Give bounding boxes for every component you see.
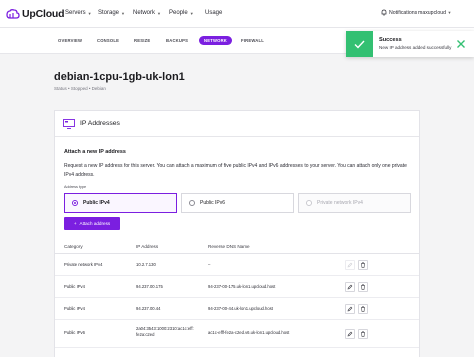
nav-label: Servers bbox=[65, 10, 86, 16]
nav-label: Usage bbox=[205, 10, 223, 16]
nav-network[interactable]: Network ▼ bbox=[133, 10, 161, 16]
tab-network[interactable]: NETWORK bbox=[199, 36, 233, 45]
edit-button[interactable] bbox=[345, 329, 355, 339]
radio-indicator bbox=[306, 200, 312, 206]
card-title: IP Addresses bbox=[80, 120, 120, 127]
chevron-down-icon: ▼ bbox=[189, 10, 194, 16]
cell-category: Public IPv4 bbox=[64, 284, 85, 289]
card-header: IP Addresses bbox=[55, 111, 419, 137]
plus-icon: + bbox=[73, 221, 77, 226]
radio-label: Public IPv4 bbox=[83, 200, 110, 206]
section-title: Attach a new IP address bbox=[64, 149, 126, 155]
radio-label: Private network IPv4 bbox=[317, 200, 363, 206]
cell-ip: 94.237.00.175 bbox=[136, 284, 163, 289]
nav-people[interactable]: People ▼ bbox=[169, 10, 194, 16]
upcloud-logo-icon bbox=[6, 9, 20, 19]
pencil-icon bbox=[347, 306, 353, 312]
notifications-link[interactable]: Notifications bbox=[389, 10, 417, 16]
pencil-icon bbox=[347, 262, 353, 268]
radio-indicator bbox=[189, 200, 195, 206]
cell-category: Public IPv4 bbox=[64, 306, 85, 311]
trash-icon bbox=[361, 331, 365, 337]
top-nav: UpCloud Servers ▼ Storage ▼ Network ▼ Peopl… bbox=[0, 0, 474, 28]
nav-usage[interactable]: Usage bbox=[205, 10, 222, 16]
trash-icon bbox=[361, 306, 365, 312]
column-header-category: Category bbox=[64, 244, 83, 249]
checkmark-icon bbox=[354, 40, 365, 49]
chevron-down-icon: ▼ bbox=[121, 10, 125, 16]
column-header-dns: Reverse DNS Name bbox=[208, 244, 250, 249]
trash-icon bbox=[361, 262, 365, 268]
edit-button bbox=[345, 260, 355, 270]
tab-console[interactable]: CONSOLE bbox=[97, 38, 119, 43]
table-row: Public IPv4 94.237.00.44 94-237-00-44.uk… bbox=[55, 298, 419, 320]
column-header-ip: IP Address bbox=[136, 244, 159, 249]
delete-button[interactable] bbox=[358, 304, 368, 314]
table-row: Public IPv4 94.237.00.175 94-237-00-175.… bbox=[55, 276, 419, 298]
cell-dns: – bbox=[208, 262, 211, 267]
attach-address-label: Attach address bbox=[79, 221, 111, 226]
radio-private-ipv4: Private network IPv4 bbox=[298, 193, 411, 213]
tab-resize[interactable]: RESIZE bbox=[134, 38, 150, 43]
user-menu[interactable]: maxupcloud ▼ bbox=[418, 10, 451, 16]
brand-name: UpCloud bbox=[22, 8, 65, 20]
pencil-icon bbox=[347, 331, 353, 337]
radio-label: Public IPv6 bbox=[200, 200, 226, 206]
tab-backups[interactable]: BACKUPS bbox=[166, 38, 188, 43]
edit-button[interactable] bbox=[345, 282, 355, 292]
monitor-icon bbox=[63, 119, 75, 129]
cell-category: Public IPv6 bbox=[64, 330, 85, 335]
chevron-down-icon: ▼ bbox=[157, 10, 161, 16]
tab-firewall[interactable]: FIREWALL bbox=[241, 38, 264, 43]
page-title: debian-1cpu-1gb-uk-lon1 bbox=[54, 71, 185, 83]
cell-ip: 94.237.00.44 bbox=[136, 306, 161, 311]
bell-icon[interactable] bbox=[381, 9, 387, 16]
cell-ip: 10.2.7.130 bbox=[136, 262, 156, 267]
toast-status bbox=[346, 31, 373, 57]
nav-storage[interactable]: Storage ▼ bbox=[98, 10, 125, 16]
table-row: Public IPv6 2a04:3543:1000:2310:ac1c:eff… bbox=[55, 320, 419, 348]
address-type-label: Address type bbox=[64, 185, 87, 189]
radio-indicator bbox=[72, 200, 78, 206]
cell-ip: 2a04:3543:1000:2310:ac1c:eff:fe2a:c2ed bbox=[136, 326, 194, 337]
cell-category: Private network IPv4 bbox=[64, 262, 103, 267]
nav-servers[interactable]: Servers ▼ bbox=[65, 10, 92, 16]
attach-address-button[interactable]: + Attach address bbox=[64, 217, 120, 230]
nav-label: People bbox=[169, 10, 188, 16]
radio-public-ipv6[interactable]: Public IPv6 bbox=[181, 193, 294, 213]
radio-public-ipv4[interactable]: Public IPv4 bbox=[64, 193, 177, 213]
tab-overview[interactable]: OVERVIEW bbox=[58, 38, 82, 43]
ip-addresses-card: IP Addresses Attach a new IP address Req… bbox=[54, 110, 420, 357]
chevron-down-icon: ▼ bbox=[87, 10, 92, 16]
delete-button[interactable] bbox=[358, 260, 368, 270]
cell-dns: 94-237-00-44.uk-lon1.upcloud.host bbox=[208, 306, 273, 311]
logo[interactable]: UpCloud bbox=[6, 7, 65, 21]
delete-button[interactable] bbox=[358, 329, 368, 339]
cell-dns: ac1c-efff-fe2a-c2ed.v6.uk-lon1.upcloud.h… bbox=[208, 330, 290, 335]
pencil-icon bbox=[347, 284, 353, 290]
breadcrumb: Status • Stopped • Debian bbox=[54, 86, 106, 91]
cell-dns: 94-237-00-175.uk-lon1.upcloud.host bbox=[208, 284, 276, 289]
chevron-down-icon: ▼ bbox=[447, 10, 452, 15]
close-icon[interactable] bbox=[456, 39, 466, 49]
delete-button[interactable] bbox=[358, 282, 368, 292]
nav-label: Storage bbox=[98, 10, 120, 16]
table-row: Private network IPv4 10.2.7.130 – bbox=[55, 254, 419, 276]
section-description: Request a new IP address for this server… bbox=[64, 163, 407, 178]
username: maxupcloud bbox=[418, 10, 446, 16]
success-toast: Success New IP address added successfull… bbox=[346, 31, 474, 57]
edit-button[interactable] bbox=[345, 304, 355, 314]
trash-icon bbox=[361, 284, 365, 290]
nav-label: Network bbox=[133, 10, 156, 16]
